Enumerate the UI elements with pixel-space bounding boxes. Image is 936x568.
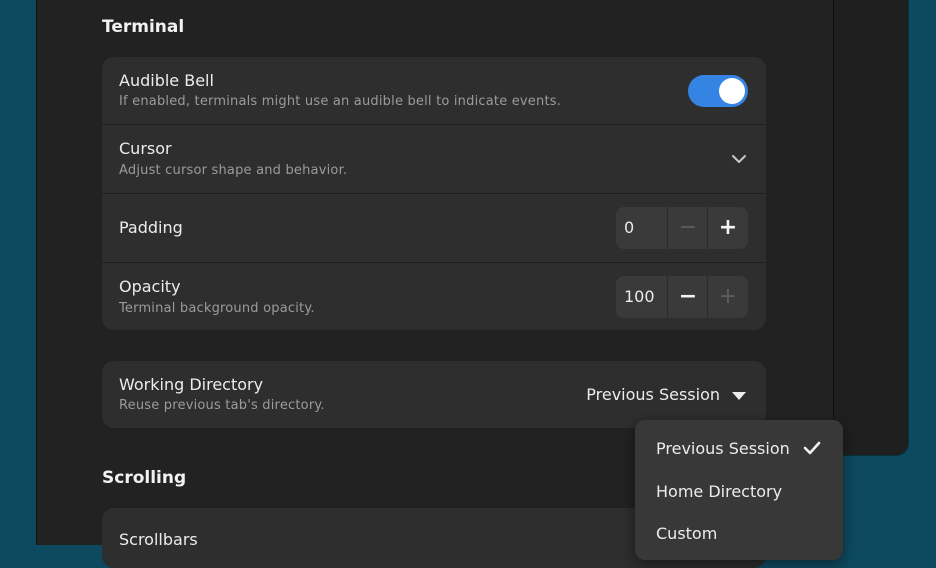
opacity-row: Opacity Terminal background opacity. 100… — [102, 263, 766, 330]
dropdown-option-custom[interactable]: Custom — [656, 524, 717, 543]
dropdown-option-home-directory[interactable]: Home Directory — [656, 482, 782, 501]
audible-bell-subtitle: If enabled, terminals might use an audib… — [119, 94, 562, 109]
terminal-section-title: Terminal — [102, 17, 185, 37]
audible-bell-row: Audible Bell If enabled, terminals might… — [102, 57, 766, 125]
padding-title: Padding — [119, 218, 183, 237]
opacity-increase-button[interactable]: + — [707, 276, 748, 318]
opacity-subtitle: Terminal background opacity. — [119, 301, 315, 316]
working-directory-card: Working Directory Reuse previous tab's d… — [102, 361, 766, 428]
working-directory-subtitle: Reuse previous tab's directory. — [119, 398, 325, 413]
dropdown-option-previous-session[interactable]: Previous Session — [656, 439, 790, 458]
cursor-row[interactable]: Cursor Adjust cursor shape and behavior. — [102, 125, 766, 194]
padding-row: Padding 0 − + — [102, 194, 766, 263]
terminal-settings-card: Audible Bell If enabled, terminals might… — [102, 57, 766, 330]
opacity-decrease-button[interactable]: − — [667, 276, 708, 318]
scrolling-section-title: Scrolling — [102, 468, 187, 488]
working-directory-dropdown-value[interactable]: Previous Session — [586, 385, 720, 404]
opacity-value[interactable]: 100 — [624, 287, 655, 306]
opacity-title: Opacity — [119, 277, 181, 296]
audible-bell-toggle[interactable] — [688, 75, 748, 107]
cursor-subtitle: Adjust cursor shape and behavior. — [119, 163, 348, 178]
triangle-down-icon[interactable] — [732, 391, 746, 401]
working-directory-title: Working Directory — [119, 375, 264, 394]
padding-increase-button[interactable]: + — [707, 207, 748, 249]
checkmark-icon — [803, 441, 821, 455]
padding-spinbutton[interactable]: 0 − + — [616, 207, 748, 249]
working-directory-row[interactable]: Working Directory Reuse previous tab's d… — [102, 361, 766, 428]
padding-decrease-button[interactable]: − — [667, 207, 708, 249]
audible-bell-title: Audible Bell — [119, 71, 214, 90]
cursor-title: Cursor — [119, 139, 172, 158]
chevron-down-icon[interactable] — [730, 150, 748, 168]
toggle-knob — [719, 78, 745, 104]
opacity-spinbutton[interactable]: 100 − + — [616, 276, 748, 318]
padding-value[interactable]: 0 — [624, 218, 634, 237]
scrollbars-title: Scrollbars — [119, 530, 198, 549]
working-directory-popover: Previous Session Home Directory Custom — [635, 420, 843, 560]
